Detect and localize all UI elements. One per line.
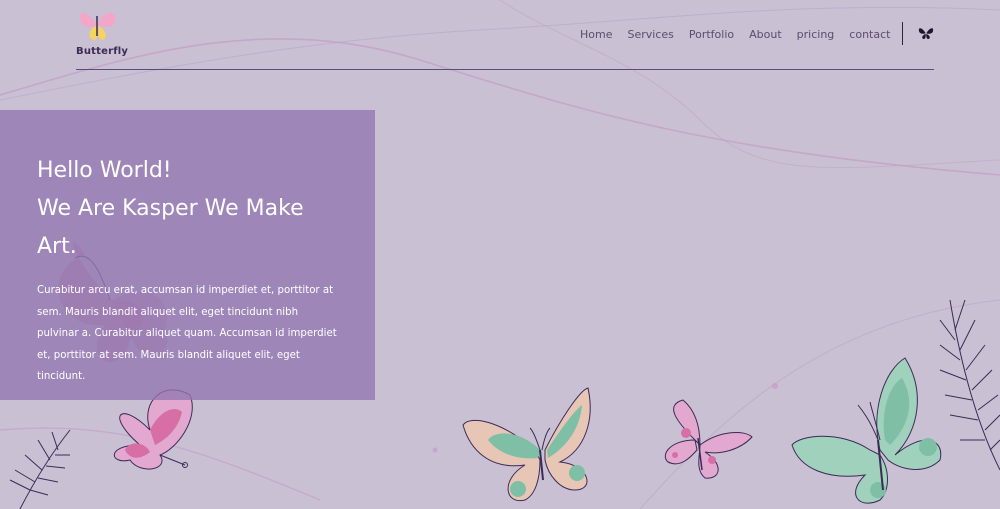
hero-paragraph: Curabitur arcu erat, accumsan id imperdi… <box>37 285 337 382</box>
hero-title-line: We Are Kasper We Make <box>37 196 304 221</box>
butterfly-center <box>462 387 591 502</box>
logo-text: Butterfly <box>76 46 129 57</box>
hero-title: Hello World! We Are Kasper We Make Art. <box>37 152 357 266</box>
butterfly-green-right <box>791 357 942 504</box>
nav-item-about[interactable]: About <box>749 28 782 41</box>
butterfly-pink-left <box>113 389 193 470</box>
main-nav: Home Services Portfolio About pricing co… <box>580 26 905 42</box>
nav-divider <box>902 22 903 45</box>
page: Butterfly Home Services Portfolio About … <box>0 0 1000 509</box>
nav-item-home[interactable]: Home <box>580 28 612 41</box>
nav-item-pricing[interactable]: pricing <box>797 28 835 41</box>
nav-item-services[interactable]: Services <box>627 28 673 41</box>
logo[interactable]: Butterfly <box>74 6 134 62</box>
hero-title-line: Hello World! <box>37 158 172 183</box>
butterfly-icon <box>79 12 116 40</box>
hero-title-line: Art. <box>37 234 77 259</box>
butterfly-icon[interactable] <box>918 25 934 41</box>
nav-item-contact[interactable]: contact <box>849 28 890 41</box>
fern-left <box>9 429 71 509</box>
nav-item-portfolio[interactable]: Portfolio <box>689 28 734 41</box>
header-divider <box>76 69 934 70</box>
fern-right <box>939 299 1000 471</box>
